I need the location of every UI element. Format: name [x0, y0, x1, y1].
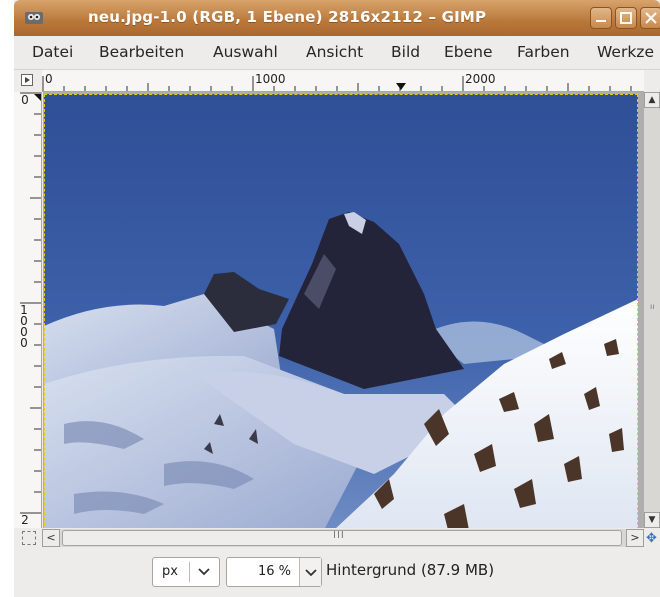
ruler-label-0: 0	[45, 72, 53, 86]
gimp-window: neu.jpg-1.0 (RGB, 1 Ebene) 2816x2112 – G…	[14, 0, 660, 597]
horizontal-scrollbar[interactable]: < III >	[42, 529, 644, 547]
mountain-photo	[44, 94, 638, 528]
horizontal-scroll-row: < III > ✥	[14, 528, 660, 548]
ruler-menu-button[interactable]	[14, 70, 42, 92]
pointer-marker	[396, 83, 406, 90]
navigate-icon[interactable]: ✥	[646, 531, 657, 546]
ruler-label-1000: 1000	[255, 72, 286, 86]
menu-farben[interactable]: Farben	[517, 43, 570, 61]
scroll-left-arrow[interactable]: <	[42, 529, 60, 547]
window-title: neu.jpg-1.0 (RGB, 1 Ebene) 2816x2112 – G…	[88, 8, 487, 26]
horizontal-ruler[interactable]: 0 1000 2000	[42, 70, 644, 92]
image-canvas[interactable]	[43, 92, 644, 528]
menu-bearbeiten[interactable]: Bearbeiten	[99, 43, 184, 61]
vscroll-grip: ıı	[650, 302, 655, 311]
vertical-scrollbar[interactable]: ▲ ıı ▼	[644, 92, 660, 528]
quick-mask-icon[interactable]	[22, 531, 36, 545]
layer-status-text: Hintergrund (87.9 MB)	[326, 561, 495, 579]
zoom-value[interactable]: 16 %	[237, 564, 291, 579]
vertical-ruler[interactable]: 0 1000 2	[14, 92, 42, 528]
menu-bar: Datei Bearbeiten Auswahl Ansicht Bild Eb…	[14, 36, 660, 70]
menu-arrow-icon	[21, 74, 33, 86]
unit-selector[interactable]: px	[152, 557, 220, 587]
maximize-button[interactable]	[615, 7, 637, 29]
vruler-label-0: 0	[21, 93, 29, 107]
close-icon	[645, 12, 657, 24]
menu-werkzeuge[interactable]: Werkze	[597, 43, 654, 61]
menu-ansicht[interactable]: Ansicht	[306, 43, 363, 61]
vruler-label-2000: 2	[21, 513, 29, 527]
scroll-down-arrow[interactable]: ▼	[644, 512, 660, 528]
menu-auswahl[interactable]: Auswahl	[213, 43, 278, 61]
chevron-down-icon	[305, 569, 317, 577]
menu-ebene[interactable]: Ebene	[444, 43, 493, 61]
status-bar: px 16 % Hintergrund (87.9 MB)	[14, 548, 660, 597]
menu-datei[interactable]: Datei	[32, 43, 73, 61]
maximize-icon	[620, 12, 632, 24]
ruler-ticks	[42, 76, 632, 91]
scroll-right-arrow[interactable]: >	[626, 529, 644, 547]
vruler-label-1000: 1000	[20, 303, 28, 350]
unit-value: px	[162, 564, 178, 579]
chevron-down-icon	[198, 568, 210, 576]
ruler-label-2000: 2000	[465, 72, 496, 86]
hscroll-grip: III	[333, 530, 345, 541]
close-button[interactable]	[640, 7, 660, 29]
hscroll-thumb[interactable]: III	[62, 530, 622, 546]
minimize-button[interactable]	[590, 7, 612, 29]
scroll-up-arrow[interactable]: ▲	[644, 92, 660, 108]
combo-divider	[189, 562, 190, 582]
minimize-icon	[596, 20, 606, 22]
title-bar[interactable]: neu.jpg-1.0 (RGB, 1 Ebene) 2816x2112 – G…	[14, 0, 660, 36]
menu-bild[interactable]: Bild	[391, 43, 420, 61]
zoom-follow-button[interactable]	[644, 70, 660, 92]
gimp-app-icon	[25, 12, 43, 24]
zoom-selector[interactable]: 16 %	[226, 557, 322, 587]
zoom-dropdown-button[interactable]	[299, 558, 321, 586]
vruler-ticks	[20, 92, 41, 514]
